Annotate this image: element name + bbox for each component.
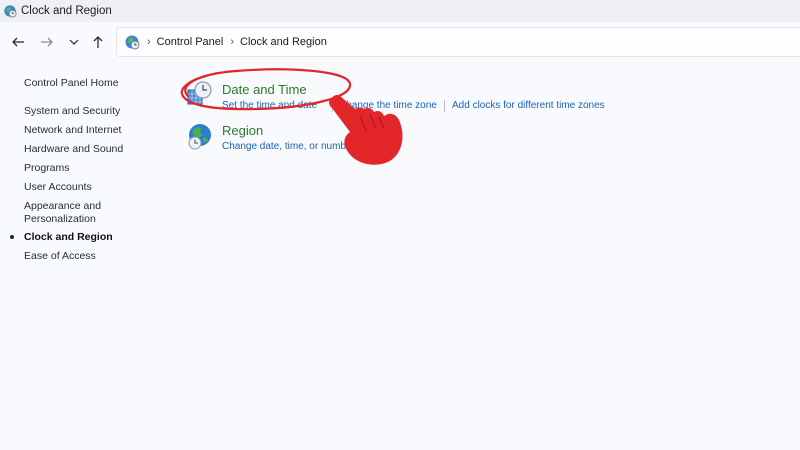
back-button[interactable] (8, 32, 28, 52)
recent-locations-button[interactable] (64, 32, 84, 52)
chevron-down-icon (69, 39, 79, 45)
address-bar[interactable]: › Control Panel › Clock and Region (116, 27, 800, 57)
breadcrumb-control-panel[interactable]: Control Panel (157, 36, 224, 48)
control-panel-icon (125, 35, 140, 50)
control-panel-icon (4, 5, 17, 18)
sidebar: Control Panel Home System and Security N… (0, 62, 160, 450)
main-content: Date and Time Set the time and date Chan… (180, 62, 800, 450)
date-and-time-title-link[interactable]: Date and Time (222, 82, 307, 97)
date-time-icon (187, 81, 212, 105)
active-item-bullet-icon (10, 235, 14, 239)
window-title: Clock and Region (21, 5, 112, 17)
region-title-link[interactable]: Region (222, 123, 263, 138)
sidebar-item-ease-of-access[interactable]: Ease of Access (24, 250, 96, 263)
arrow-left-icon (12, 37, 24, 47)
change-formats-link[interactable]: Change date, time, or number formats (222, 141, 391, 152)
sidebar-item-network-and-internet[interactable]: Network and Internet (24, 124, 121, 137)
globe-clock-icon (188, 124, 211, 150)
arrow-up-icon (93, 36, 103, 48)
sidebar-item-control-panel-home[interactable]: Control Panel Home (24, 77, 119, 90)
navigation-bar: › Control Panel › Clock and Region (0, 22, 800, 62)
add-clocks-link[interactable]: Add clocks for different time zones (452, 100, 605, 111)
sidebar-item-programs[interactable]: Programs (24, 162, 70, 175)
sidebar-item-user-accounts[interactable]: User Accounts (24, 181, 92, 194)
sidebar-item-hardware-and-sound[interactable]: Hardware and Sound (24, 143, 123, 156)
sidebar-item-system-and-security[interactable]: System and Security (24, 105, 120, 118)
breadcrumb-separator-icon: › (147, 36, 151, 48)
set-time-and-date-link[interactable]: Set the time and date (222, 100, 317, 111)
forward-button[interactable] (37, 32, 57, 52)
sidebar-item-appearance-line1[interactable]: Appearance and (24, 200, 101, 213)
breadcrumb-clock-and-region[interactable]: Clock and Region (240, 36, 327, 48)
breadcrumb-separator-icon: › (230, 36, 234, 48)
sidebar-item-appearance-line2[interactable]: Personalization (24, 213, 96, 226)
link-separator (444, 100, 445, 112)
change-time-zone-link[interactable]: Change the time zone (339, 100, 437, 111)
sidebar-item-clock-and-region[interactable]: Clock and Region (24, 231, 113, 244)
arrow-right-icon (41, 37, 53, 47)
link-separator (332, 100, 333, 112)
up-button[interactable] (88, 32, 108, 52)
title-bar: Clock and Region (0, 0, 800, 22)
